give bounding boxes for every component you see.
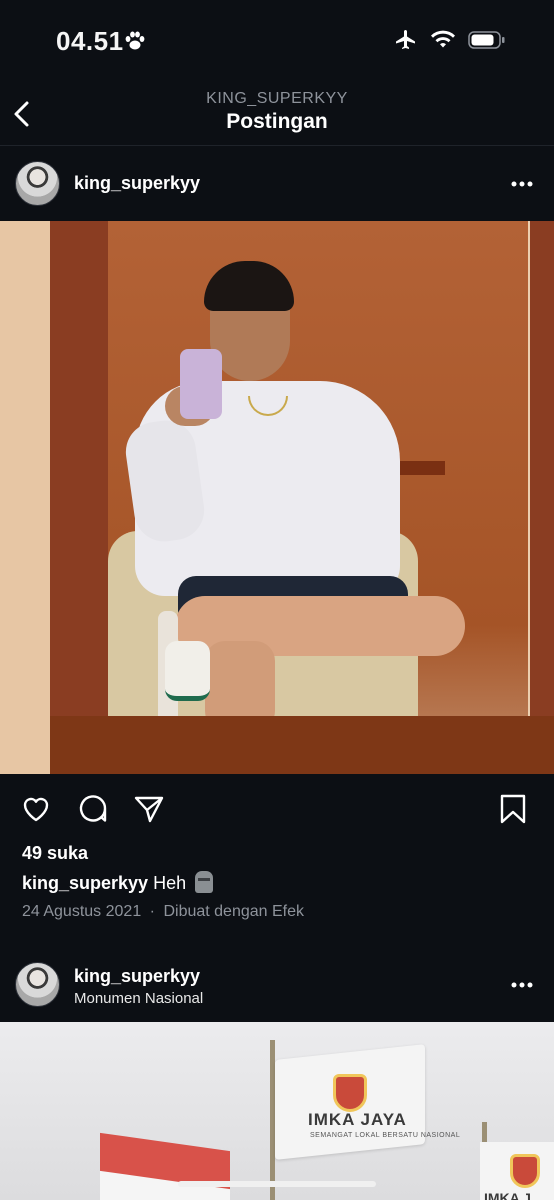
post-date: 24 Agustus 2021 (22, 903, 142, 920)
nav-header: KING_SUPERKYY Postingan (0, 84, 554, 146)
heart-icon[interactable] (20, 793, 52, 825)
moai-emoji-icon (195, 871, 214, 893)
emblem-icon (510, 1154, 540, 1188)
post-actions (0, 787, 554, 833)
flag2-title: IMKA J (484, 1190, 531, 1200)
flag-title: IMKA JAYA (308, 1110, 407, 1129)
post-header: king_superkyy (0, 147, 554, 221)
paw-icon (125, 31, 145, 50)
post-photo[interactable]: IMKA JAYA SEMANGAT LOKAL BERSATU NASIONA… (0, 1022, 554, 1200)
bookmark-icon[interactable] (497, 793, 529, 825)
post-meta: 24 Agustus 2021 · Dibuat dengan Efek (22, 903, 304, 921)
meta-separator: · (149, 903, 155, 920)
status-bar: 04.51 (0, 0, 554, 84)
home-indicator[interactable] (178, 1181, 376, 1187)
post-location[interactable]: Monumen Nasional (74, 990, 203, 1007)
battery-icon (468, 31, 505, 49)
post-photo[interactable] (0, 221, 554, 774)
post-caption: king_superkyy Heh (22, 871, 214, 894)
page-title: Postingan (226, 110, 328, 133)
wifi-icon (431, 30, 455, 48)
caption-text: Heh (153, 873, 187, 893)
share-icon[interactable] (133, 793, 165, 825)
post-header: king_superkyy Monumen Nasional (0, 948, 554, 1022)
caption-username[interactable]: king_superkyy (22, 873, 148, 893)
status-time: 04.51 (56, 26, 124, 56)
emblem-icon (333, 1074, 367, 1112)
avatar[interactable] (15, 161, 60, 206)
more-options-icon[interactable] (510, 981, 534, 989)
nav-subtitle: KING_SUPERKYY (206, 90, 348, 107)
post-username[interactable]: king_superkyy (74, 966, 200, 987)
flag-subtitle: SEMANGAT LOKAL BERSATU NASIONAL (310, 1132, 461, 1139)
avatar[interactable] (15, 962, 60, 1007)
more-options-icon[interactable] (510, 180, 534, 188)
effect-note[interactable]: Dibuat dengan Efek (163, 903, 304, 920)
airplane-icon (396, 30, 415, 49)
likes-count[interactable]: 49 suka (22, 843, 88, 864)
post-username[interactable]: king_superkyy (74, 173, 200, 194)
comment-icon[interactable] (77, 793, 109, 825)
